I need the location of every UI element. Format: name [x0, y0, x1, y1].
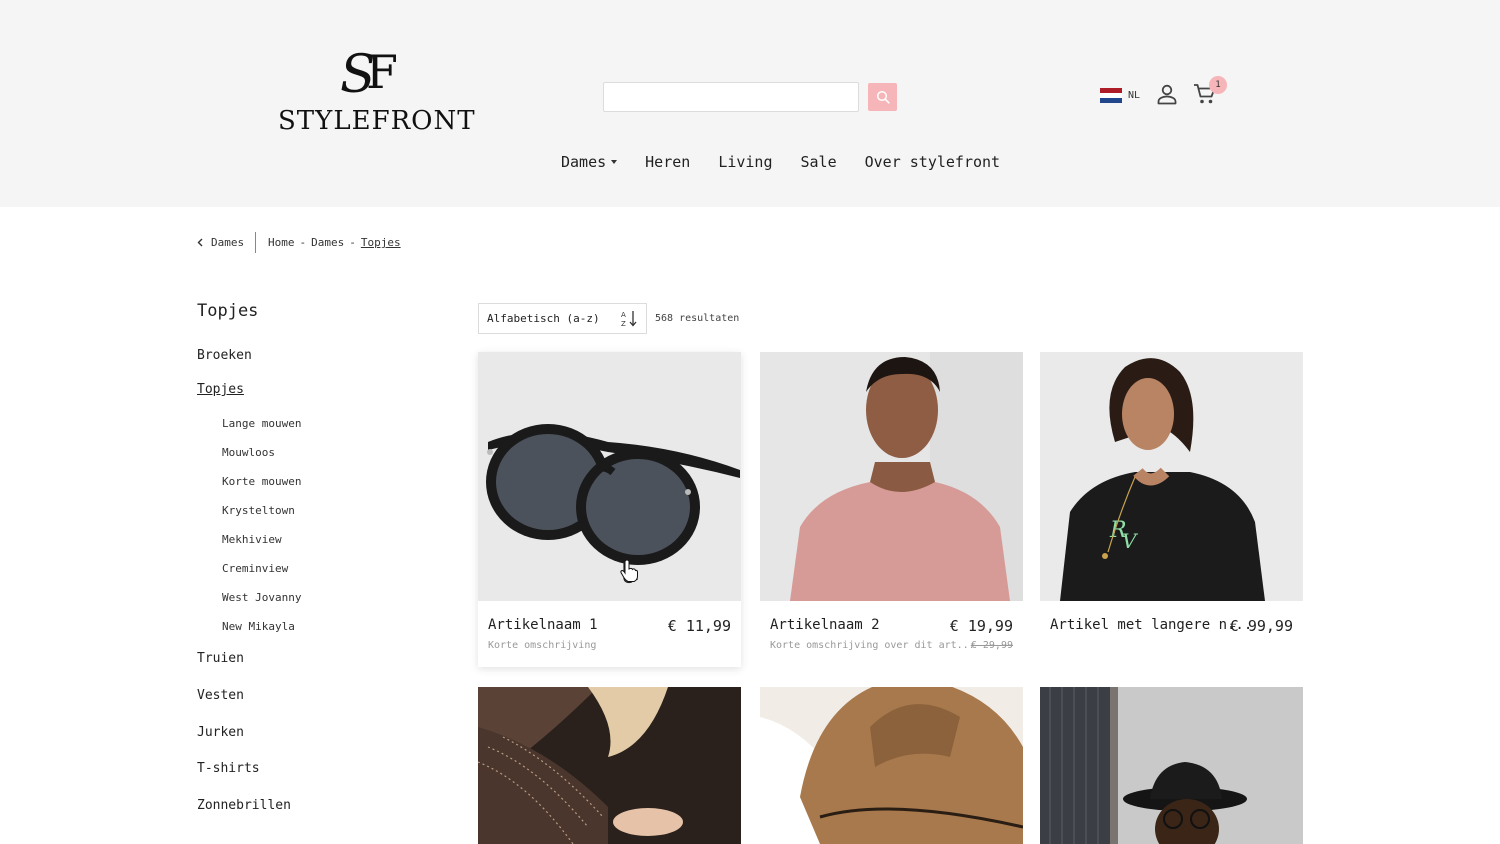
product-image-sunglasses[interactable] [478, 352, 741, 601]
hand-cursor-icon [620, 560, 638, 582]
product-old-price: € 29,99 [970, 640, 1013, 651]
product-name[interactable]: Artikelnaam 2 [770, 617, 880, 633]
sidebar-subitem-creminview[interactable]: Creminview [222, 562, 288, 575]
sort-alphabetical-icon: A Z [621, 311, 637, 327]
nav-item-label: Sale [800, 153, 837, 171]
product-description: Korte omschrijving [488, 640, 597, 651]
product-card[interactable] [760, 687, 1023, 844]
sf-monogram-icon: S F [340, 46, 398, 102]
breadcrumb: Home - Dames - Topjes [268, 236, 401, 249]
cart-count-badge: 1 [1209, 76, 1227, 94]
sidebar-subitem-mekhiview[interactable]: Mekhiview [222, 533, 282, 546]
user-account-icon[interactable] [1155, 82, 1179, 106]
sort-dropdown-value: Alfabetisch (a-z) [487, 312, 600, 325]
product-image-knit-sweater[interactable] [478, 687, 741, 844]
search-button[interactable] [868, 83, 897, 111]
sidebar-item-vesten[interactable]: Vesten [197, 688, 244, 703]
product-card[interactable] [1040, 687, 1303, 844]
sort-dropdown[interactable]: Alfabetisch (a-z) A Z [478, 303, 647, 334]
sidebar-item-jurken[interactable]: Jurken [197, 725, 244, 740]
chevron-left-icon [197, 238, 203, 247]
nav-item-label: Dames [561, 153, 607, 171]
product-card[interactable]: Artikelnaam 2 € 19,99 Korte omschrijving… [760, 352, 1023, 667]
sidebar-item-t-shirts[interactable]: T-shirts [197, 761, 260, 776]
product-image-pink-tshirt[interactable] [760, 352, 1023, 601]
product-name[interactable]: Artikel met langere n... [1050, 617, 1252, 633]
language-code: NL [1128, 90, 1141, 101]
search-input[interactable] [603, 82, 859, 112]
svg-text:F: F [366, 46, 398, 99]
svg-text:Z: Z [621, 320, 626, 327]
sidebar-title: Topjes [197, 301, 259, 321]
sidebar-subitem-lange-mouwen[interactable]: Lange mouwen [222, 417, 301, 430]
breadcrumb-separator: - [349, 236, 356, 249]
search-icon [876, 90, 890, 104]
product-card[interactable] [478, 687, 741, 844]
sidebar-item-zonnebrillen[interactable]: Zonnebrillen [197, 798, 291, 813]
stylefront-logo[interactable]: S F STYLEFRONT [278, 46, 476, 138]
sidebar-subitem-korte-mouwen[interactable]: Korte mouwen [222, 475, 301, 488]
product-price: € 19,99 [949, 617, 1013, 635]
nav-item-dames[interactable]: Dames [561, 153, 618, 171]
svg-text:A: A [621, 311, 626, 319]
product-card[interactable]: Artikelnaam 1 € 11,99 Korte omschrijving [478, 352, 741, 667]
product-card[interactable]: R V Artikel met langere n... € 99,99 [1040, 352, 1303, 667]
sidebar-item-truien[interactable]: Truien [197, 651, 244, 666]
product-image-black-hat-man[interactable] [1040, 687, 1303, 844]
nav-item-over-stylefront[interactable]: Over stylefront [865, 153, 1000, 171]
product-image-brown-hat[interactable] [760, 687, 1023, 844]
sidebar-item-broeken[interactable]: Broeken [197, 348, 252, 363]
nav-item-label: Over stylefront [864, 153, 1001, 171]
product-image-black-sweater[interactable]: R V [1040, 352, 1303, 601]
back-link-label: Dames [211, 236, 245, 249]
back-link[interactable]: Dames [197, 236, 244, 249]
product-price: € 11,99 [667, 617, 731, 635]
sidebar-subitem-krysteltown[interactable]: Krysteltown [222, 504, 295, 517]
language-selector[interactable]: NL [1100, 88, 1140, 103]
breadcrumb-topjes[interactable]: Topjes [361, 236, 401, 249]
main-navigation: Dames Heren Living Sale Over stylefront [561, 153, 1000, 171]
breadcrumb-dames[interactable]: Dames [311, 236, 344, 249]
breadcrumb-home[interactable]: Home [268, 236, 295, 249]
product-description: Korte omschrijving over dit art... [770, 640, 975, 651]
nav-item-living[interactable]: Living [718, 153, 772, 171]
product-name[interactable]: Artikelnaam 1 [488, 617, 598, 633]
breadcrumb-separator: - [299, 236, 307, 249]
breadcrumb-divider [255, 232, 256, 253]
sidebar-subitem-new-mikayla[interactable]: New Mikayla [222, 620, 295, 633]
results-count: 568 resultaten [655, 313, 740, 324]
sidebar-subitem-mouwloos[interactable]: Mouwloos [222, 446, 275, 459]
brand-name: STYLEFRONT [278, 106, 476, 136]
nav-item-label: Heren [645, 153, 691, 171]
sidebar-subitem-west-jovanny[interactable]: West Jovanny [222, 591, 301, 604]
chevron-down-icon [611, 160, 618, 164]
svg-text:V: V [1122, 529, 1139, 553]
nav-item-heren[interactable]: Heren [645, 153, 690, 171]
site-header: S F STYLEFRONT NL 1 Dames Heren Living S… [0, 0, 1500, 207]
nav-item-sale[interactable]: Sale [801, 153, 837, 171]
product-price: € 99,99 [1229, 617, 1293, 635]
sidebar-item-topjes[interactable]: Topjes [197, 382, 244, 397]
netherlands-flag-icon [1100, 88, 1122, 103]
nav-item-label: Living [718, 153, 773, 171]
